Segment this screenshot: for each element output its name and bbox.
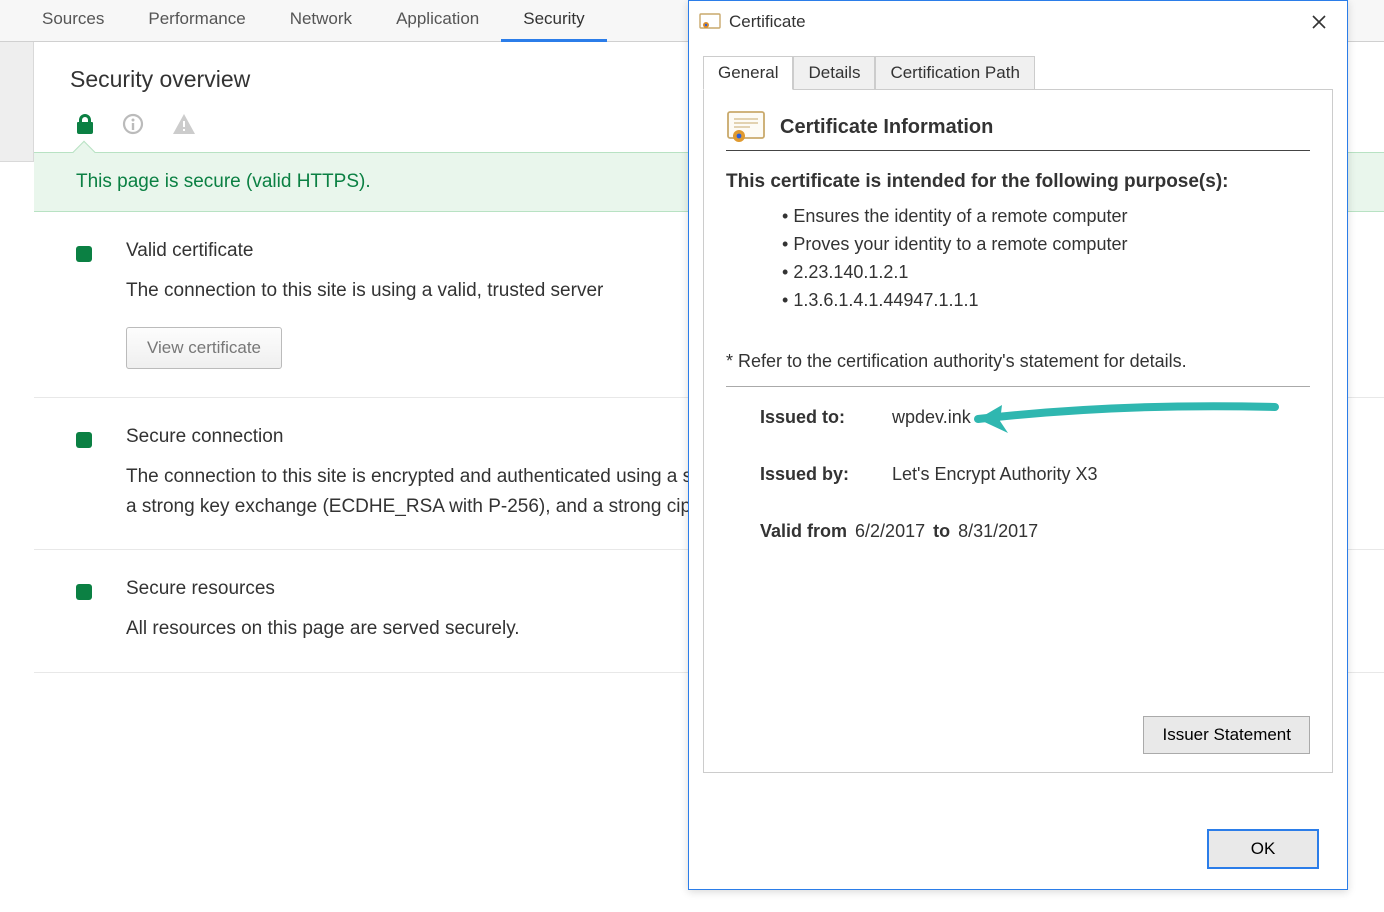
valid-to-value: 8/31/2017 [958,521,1038,542]
close-button[interactable] [1299,6,1339,38]
status-banner-text: This page is secure (valid HTTPS). [76,171,371,192]
close-icon [1312,15,1326,29]
tab-details[interactable]: Details [793,56,875,90]
status-square-icon [76,246,92,262]
issued-to-row: Issued to: wpdev.ink [760,407,1310,428]
purpose-item: 2.23.140.1.2.1 [782,259,1310,287]
res-desc: All resources on this page are served se… [126,614,520,643]
warning-icon [172,113,196,138]
certificate-dialog: Certificate General Details Certificatio… [688,0,1348,890]
purpose-item: Ensures the identity of a remote compute… [782,203,1310,231]
tab-general[interactable]: General [703,56,793,90]
valid-from-value: 6/2/2017 [855,521,925,542]
issuer-statement-button[interactable]: Issuer Statement [1143,716,1310,754]
status-square-icon [76,432,92,448]
issued-by-label: Issued by: [760,464,886,485]
purpose-item: 1.3.6.1.4.1.44947.1.1.1 [782,287,1310,315]
certificate-icon [699,11,721,33]
cert-info-title: Certificate Information [780,116,993,139]
tab-security[interactable]: Security [501,0,606,42]
certificate-large-icon [726,110,766,144]
side-strip [0,42,34,162]
divider [726,386,1310,387]
valid-from-label: Valid from [760,521,847,542]
cert-desc: The connection to this site is using a v… [126,276,603,305]
refer-text: * Refer to the certification authority's… [726,351,1310,372]
info-icon [122,113,144,138]
purpose-title: This certificate is intended for the fol… [726,171,1310,193]
purpose-list: Ensures the identity of a remote compute… [782,203,1310,315]
res-heading: Secure resources [126,578,520,600]
view-certificate-button[interactable]: View certificate [126,327,282,369]
dialog-title: Certificate [729,12,1299,32]
dialog-content: Certificate Information This certificate… [703,89,1333,773]
tab-certification-path[interactable]: Certification Path [875,56,1034,90]
purpose-item: Proves your identity to a remote compute… [782,231,1310,259]
tab-network[interactable]: Network [268,0,374,42]
tab-application[interactable]: Application [374,0,501,42]
dialog-header: Certificate [689,1,1347,43]
issued-by-value: Let's Encrypt Authority X3 [892,464,1098,485]
dialog-tabs: General Details Certification Path [689,43,1347,89]
status-square-icon [76,584,92,600]
cert-heading: Valid certificate [126,240,603,262]
valid-to-label: to [933,521,950,542]
issued-to-value: wpdev.ink [892,407,971,428]
divider [726,150,1310,151]
tab-performance[interactable]: Performance [126,0,267,42]
issued-to-label: Issued to: [760,407,886,428]
annotation-arrow-icon [960,401,1280,435]
ok-button[interactable]: OK [1207,829,1319,869]
lock-icon [76,114,94,137]
valid-row: Valid from 6/2/2017 to 8/31/2017 [760,521,1310,542]
tab-sources[interactable]: Sources [20,0,126,42]
issued-by-row: Issued by: Let's Encrypt Authority X3 [760,464,1310,485]
